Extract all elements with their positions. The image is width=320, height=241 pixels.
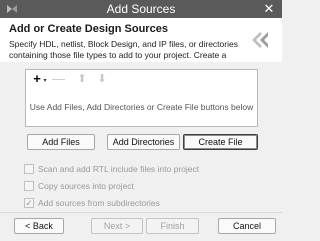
footer-divider: [0, 212, 282, 213]
page-description: Specify HDL, netlist, Block Design, and …: [9, 39, 238, 60]
title-bar: Add Sources ✕: [0, 0, 282, 18]
add-sources-dialog: Add Sources ✕ Add or Create Design Sourc…: [0, 0, 282, 241]
page-title: Add or Create Design Sources: [9, 23, 168, 35]
copy-sources-checkbox[interactable]: [24, 181, 34, 191]
add-subdirectories-label: Add sources from subdirectories: [38, 198, 160, 208]
vendor-logo-icon: [252, 32, 268, 48]
add-directories-button[interactable]: Add Directories: [107, 134, 180, 150]
sources-list-panel[interactable]: + ▾ — ⬆ ⬇ Use Add Files, Add Directories…: [25, 69, 258, 127]
back-button[interactable]: < Back: [14, 218, 64, 234]
create-file-button[interactable]: Create File: [183, 134, 258, 150]
remove-icon[interactable]: —: [52, 72, 65, 86]
move-down-icon[interactable]: ⬇: [96, 72, 108, 86]
finish-button[interactable]: Finish: [146, 218, 199, 234]
window-title: Add Sources: [106, 2, 176, 16]
add-files-button[interactable]: Add Files: [27, 134, 95, 150]
cancel-button[interactable]: Cancel: [218, 218, 276, 234]
panel-hint: Use Add Files, Add Directories or Create…: [29, 102, 254, 112]
wizard-header: Add or Create Design Sources Specify HDL…: [0, 18, 282, 62]
next-button[interactable]: Next >: [91, 218, 143, 234]
close-icon[interactable]: ✕: [262, 2, 276, 16]
scan-rtl-checkbox[interactable]: [24, 164, 34, 174]
scan-rtl-label: Scan and add RTL include files into proj…: [38, 164, 200, 174]
add-subdirectories-checkbox[interactable]: ✓: [24, 198, 34, 208]
move-up-icon[interactable]: ⬆: [76, 72, 88, 86]
copy-sources-label: Copy sources into project: [38, 181, 134, 191]
chevron-down-icon[interactable]: ▾: [42, 78, 48, 84]
panel-toolbar: + ▾ — ⬆ ⬇: [26, 70, 257, 88]
